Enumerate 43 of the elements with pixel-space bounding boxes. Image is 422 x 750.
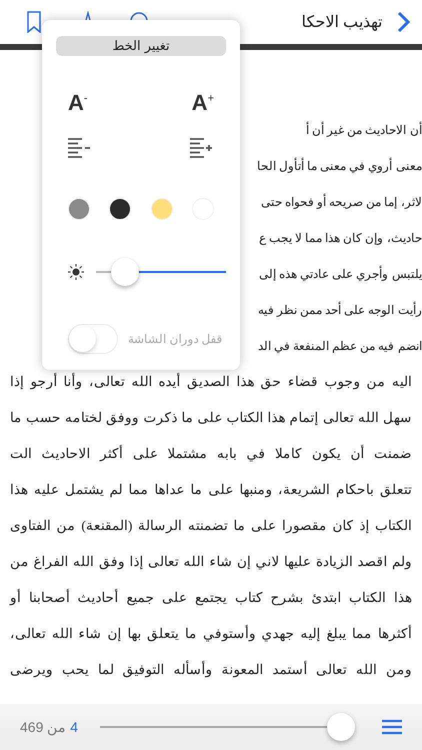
menu-icon[interactable] [382, 719, 402, 735]
text-line: ضمنت أن يكون كاملا في بابه مشتملا على أكثر الاحاديث الت [10, 444, 412, 464]
theme-swatch[interactable] [109, 198, 132, 220]
theme-swatch[interactable] [150, 198, 173, 220]
chevron-right-icon[interactable] [396, 11, 410, 33]
page-slider-thumb[interactable] [327, 713, 356, 741]
bookmark-icon[interactable] [27, 11, 41, 33]
text-line: الكتاب إذ كان مقصورا على ما تضمنته الرسالة (المقنعة) من الفتاوى [10, 517, 412, 536]
brightness-icon [68, 264, 84, 280]
increase-font-button[interactable]: A$^{+}$ [192, 90, 214, 116]
text-line: أروي في معنى ما أتأول الحا [257, 156, 392, 175]
text-fragment: أن [410, 120, 422, 139]
text-line: ومن الله تعالى أستمد المعونة وأسأله التوفيق لما يحب ويرضى [10, 659, 412, 680]
page-slider-track[interactable] [100, 713, 354, 741]
text-fragment: يلتبس [392, 266, 422, 283]
text-line: الوجه على أحد ممن نظر فيه [258, 300, 394, 319]
theme-swatch[interactable] [68, 198, 90, 220]
text-line: أكثرها مما يبلغ إليه جهدي وأستوفي ما يتعلق بها إن شاء الله تعالى، [10, 624, 412, 644]
text-fragment: رأيت [398, 300, 422, 319]
text-fragment: لاثر، [401, 194, 422, 211]
book-title: تهذيب الاحكا [300, 13, 382, 32]
text-line: وإن كان هذا مما لا يجب ع [259, 230, 383, 247]
text-fragment: معنى [396, 158, 422, 175]
text-line: هذا الكتاب ابتدئ بشرح كتاب يجتمع على جميع أحاديث أصحابنا أو [10, 588, 412, 608]
decrease-spacing-icon[interactable] [68, 138, 92, 158]
change-font-button[interactable]: تغيير الخط [56, 36, 226, 56]
current-page: 4 [70, 719, 78, 735]
text-line: إما من صريحه أو فحواه حتى [261, 192, 397, 211]
text-line: اليه من وجوب قضاء حق هذا الصديق أيده الله تعالى، وأنا أرجو إذا [10, 372, 412, 392]
decrease-font-button[interactable]: A$^{-}$ [68, 90, 88, 116]
brightness-slider[interactable] [96, 258, 226, 286]
slider-thumb[interactable] [110, 258, 139, 286]
text-line: سهل الله تعالى إتمام هذا الكتاب على ما ذكرت ووفق لختامه حسب ما [10, 409, 412, 428]
text-fragment: انضم [398, 338, 422, 355]
text-line: فيه من عظم المنفعة في الد [258, 338, 394, 355]
text-line: تتعلق باحكام الشريعة، ومنبها على ما عداها مما لم يشتمل عليه هذا [10, 481, 412, 500]
text-line: الاحاديث من غير أن أ [306, 120, 406, 139]
increase-spacing-icon[interactable] [190, 138, 214, 158]
page-count: من 469 [20, 719, 66, 735]
rotation-lock-label: قفل دوران الشاشة [128, 332, 223, 346]
text-line: وأجري على عادتي هذه إلى [259, 264, 388, 283]
text-fragment: حاديث، [387, 230, 422, 247]
text-line: ولم اقصد الزيادة عليها لاني إن شاء الله تعالى إذا وفق الله الفراغ من [10, 553, 412, 572]
